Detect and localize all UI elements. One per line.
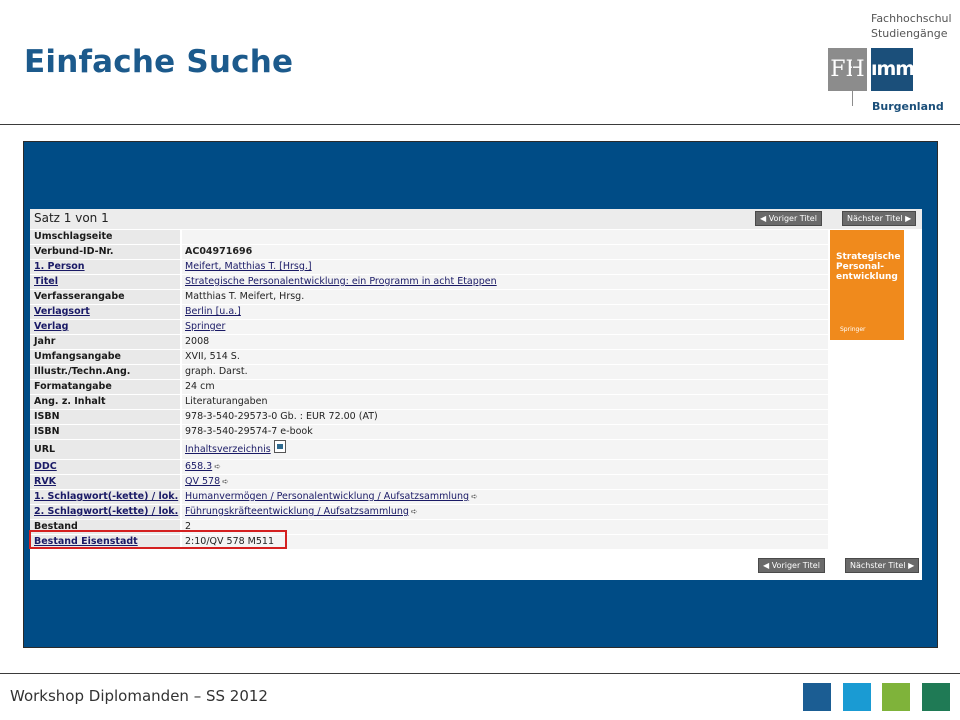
footer-text: Workshop Diplomanden – SS 2012 bbox=[10, 687, 268, 705]
field-value: graph. Darst. bbox=[182, 365, 828, 379]
book-cover-image[interactable]: Strategische Personal-entwicklung Spring… bbox=[830, 230, 904, 340]
prev-title-button-bottom[interactable]: ◀ Voriger Titel bbox=[758, 558, 825, 573]
field-value: Humanvermögen / Personalentwicklung / Au… bbox=[182, 490, 828, 504]
field-row: Verlagsort Berlin [u.a.] bbox=[30, 305, 828, 319]
field-value: Matthias T. Meifert, Hrsg. bbox=[182, 290, 828, 304]
record-count: Satz 1 von 1 bbox=[34, 211, 109, 225]
field-value: Literaturangaben bbox=[182, 395, 828, 409]
university-logo: Fachhochschul Studiengänge FH ımmı Burge… bbox=[826, 10, 956, 116]
field-label: Illustr./Techn.Ang. bbox=[30, 365, 180, 379]
field-row: RVK QV 578 ➪ bbox=[30, 475, 828, 489]
subject-link-1[interactable]: Humanvermögen / Personalentwicklung / Au… bbox=[185, 491, 469, 502]
field-label-link[interactable]: RVK bbox=[30, 475, 180, 489]
toc-link[interactable]: Inhaltsverzeichnis bbox=[185, 444, 271, 455]
field-row: Titel Strategische Personalentwicklung: e… bbox=[30, 275, 828, 289]
field-label: Umschlagseite bbox=[30, 230, 180, 244]
field-row: Jahr 2008 bbox=[30, 335, 828, 349]
field-label-link[interactable]: 2. Schlagwort(-kette) / lok. bbox=[30, 505, 180, 519]
field-label-link[interactable]: 1. Schlagwort(-kette) / lok. bbox=[30, 490, 180, 504]
field-label: ISBN bbox=[30, 425, 180, 439]
field-row: Ang. z. Inhalt Literaturangaben bbox=[30, 395, 828, 409]
title-link[interactable]: Strategische Personalentwicklung: ein Pr… bbox=[185, 276, 497, 287]
field-row: URL Inhaltsverzeichnis bbox=[30, 440, 828, 459]
field-label-link[interactable]: Verlag bbox=[30, 320, 180, 334]
field-label-link[interactable]: Titel bbox=[30, 275, 180, 289]
arrow-right-icon[interactable]: ➪ bbox=[411, 507, 418, 516]
field-value: Führungskräfteentwicklung / Aufsatzsamml… bbox=[182, 505, 828, 519]
logo-line-1: Fachhochschul bbox=[871, 12, 952, 25]
record-fields: Umschlagseite Verbund-ID-Nr. AC04971696 1… bbox=[30, 229, 828, 549]
document-icon[interactable] bbox=[273, 440, 286, 453]
field-value: XVII, 514 S. bbox=[182, 350, 828, 364]
field-value bbox=[182, 230, 828, 244]
field-value: 24 cm bbox=[182, 380, 828, 394]
field-row: 1. Schlagwort(-kette) / lok. Humanvermöge… bbox=[30, 490, 828, 504]
field-row: Verbund-ID-Nr. AC04971696 bbox=[30, 245, 828, 259]
footer-square-green bbox=[882, 683, 910, 711]
logo-region: Burgenland bbox=[872, 100, 944, 113]
page-title: Einfache Suche bbox=[24, 44, 294, 80]
ddc-link[interactable]: 658.3 bbox=[185, 461, 212, 472]
cover-publisher: Springer bbox=[840, 326, 866, 333]
record-header: Satz 1 von 1 ◀ Voriger Titel Nächster Ti… bbox=[30, 209, 922, 229]
arrow-right-icon[interactable]: ➪ bbox=[222, 477, 229, 486]
field-label: Verfasserangabe bbox=[30, 290, 180, 304]
field-value: 658.3 ➪ bbox=[182, 460, 828, 474]
field-row: Verfasserangabe Matthias T. Meifert, Hrsg… bbox=[30, 290, 828, 304]
footer-divider bbox=[0, 673, 960, 674]
footer-square-blue bbox=[803, 683, 831, 711]
logo-line-2: Studiengänge bbox=[871, 27, 948, 40]
field-label: Ang. z. Inhalt bbox=[30, 395, 180, 409]
field-row: 1. Person Meifert, Matthias T. [Hrsg.] bbox=[30, 260, 828, 274]
field-value: Springer bbox=[182, 320, 828, 334]
person-link[interactable]: Meifert, Matthias T. [Hrsg.] bbox=[185, 261, 312, 272]
catalog-record-panel: Satz 1 von 1 ◀ Voriger Titel Nächster Ti… bbox=[30, 209, 922, 580]
field-value: QV 578 ➪ bbox=[182, 475, 828, 489]
highlight-box bbox=[29, 530, 287, 549]
cover-title: Strategische Personal-entwicklung bbox=[836, 252, 901, 282]
field-value: Meifert, Matthias T. [Hrsg.] bbox=[182, 260, 828, 274]
subject-link-2[interactable]: Führungskräfteentwicklung / Aufsatzsamml… bbox=[185, 506, 409, 517]
prev-title-button[interactable]: ◀ Voriger Titel bbox=[755, 211, 822, 226]
footer-square-lightblue bbox=[843, 683, 871, 711]
arrow-right-icon[interactable]: ➪ bbox=[214, 462, 221, 471]
field-row: Verlag Springer bbox=[30, 320, 828, 334]
field-label: Jahr bbox=[30, 335, 180, 349]
logo-mark-building: ımmı bbox=[871, 48, 921, 91]
field-value: AC04971696 bbox=[182, 245, 828, 259]
field-value: 978-3-540-29573-0 Gb. : EUR 72.00 (AT) bbox=[182, 410, 828, 424]
logo-divider bbox=[852, 48, 853, 106]
field-row: Umschlagseite bbox=[30, 230, 828, 244]
field-row: ISBN 978-3-540-29573-0 Gb. : EUR 72.00 (A… bbox=[30, 410, 828, 424]
field-label-link[interactable]: 1. Person bbox=[30, 260, 180, 274]
field-row: Illustr./Techn.Ang. graph. Darst. bbox=[30, 365, 828, 379]
field-label: Verbund-ID-Nr. bbox=[30, 245, 180, 259]
next-title-button-bottom[interactable]: Nächster Titel ▶ bbox=[845, 558, 920, 573]
field-value: Strategische Personalentwicklung: ein Pr… bbox=[182, 275, 828, 289]
field-label-link[interactable]: DDC bbox=[30, 460, 180, 474]
field-label: Formatangabe bbox=[30, 380, 180, 394]
field-value: 978-3-540-29574-7 e-book bbox=[182, 425, 828, 439]
field-label-link[interactable]: Verlagsort bbox=[30, 305, 180, 319]
arrow-right-icon[interactable]: ➪ bbox=[471, 492, 478, 501]
field-value: Inhaltsverzeichnis bbox=[182, 440, 828, 459]
field-row: 2. Schlagwort(-kette) / lok. Führungskräf… bbox=[30, 505, 828, 519]
field-value: Berlin [u.a.] bbox=[182, 305, 828, 319]
field-label: Umfangsangabe bbox=[30, 350, 180, 364]
field-row: Umfangsangabe XVII, 514 S. bbox=[30, 350, 828, 364]
publisher-link[interactable]: Springer bbox=[185, 321, 225, 332]
field-row: DDC 658.3 ➪ bbox=[30, 460, 828, 474]
place-link[interactable]: Berlin [u.a.] bbox=[185, 306, 241, 317]
logo-mark-fh: FH bbox=[828, 48, 867, 91]
rvk-link[interactable]: QV 578 bbox=[185, 476, 220, 487]
field-label: URL bbox=[30, 440, 180, 459]
field-value: 2008 bbox=[182, 335, 828, 349]
header-divider bbox=[0, 124, 960, 125]
field-row: Formatangabe 24 cm bbox=[30, 380, 828, 394]
field-row: ISBN 978-3-540-29574-7 e-book bbox=[30, 425, 828, 439]
footer-square-darkgreen bbox=[922, 683, 950, 711]
next-title-button[interactable]: Nächster Titel ▶ bbox=[842, 211, 917, 226]
field-label: ISBN bbox=[30, 410, 180, 424]
